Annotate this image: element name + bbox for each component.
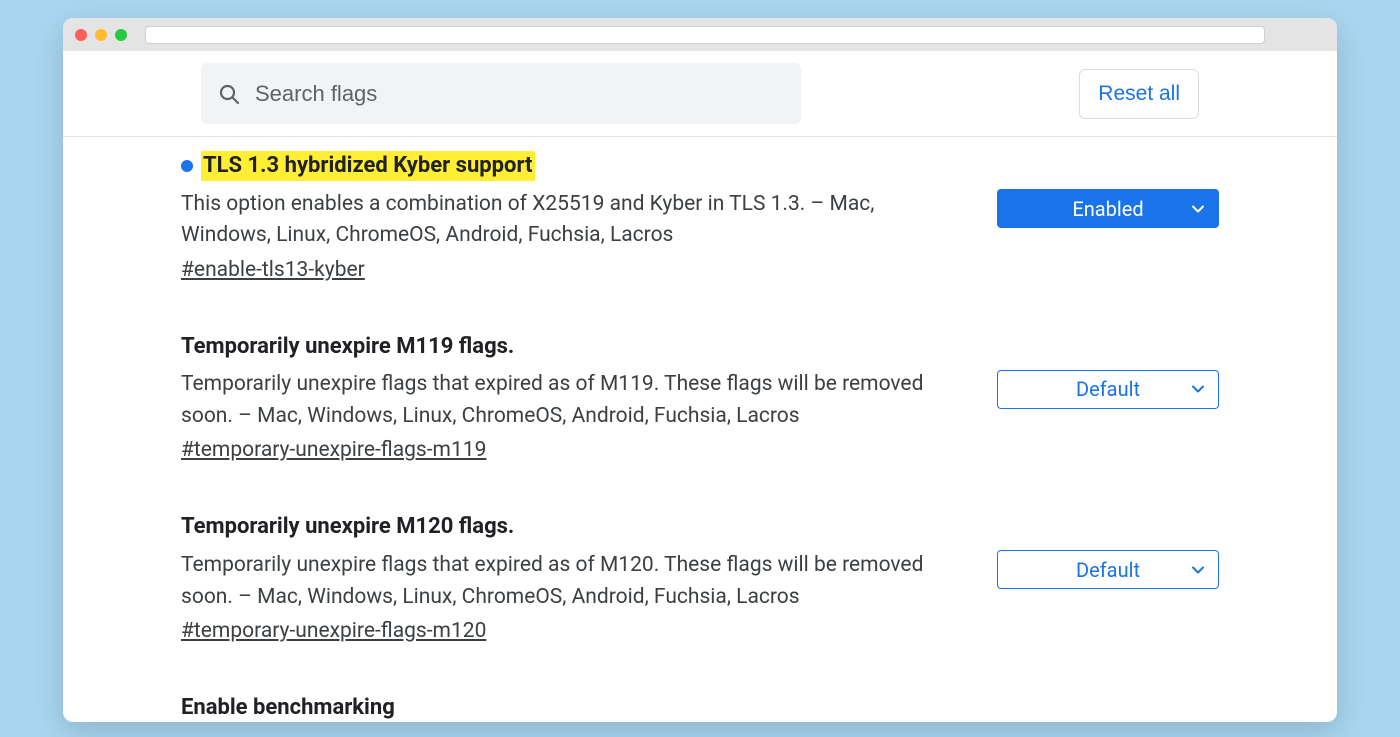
flag-description: Temporarily unexpire flags that expired … xyxy=(181,550,969,613)
flag-state-value: Default xyxy=(1076,558,1140,582)
titlebar xyxy=(63,18,1337,51)
flag-title: Enable benchmarking xyxy=(181,693,395,722)
address-bar[interactable] xyxy=(145,26,1265,44)
flag-state-select[interactable]: Default xyxy=(997,370,1219,409)
flag-anchor-link[interactable]: #temporary-unexpire-flags-m119 xyxy=(181,438,486,462)
flags-list[interactable]: TLS 1.3 hybridized Kyber support This opt… xyxy=(63,137,1337,722)
flag-entry: TLS 1.3 hybridized Kyber support This opt… xyxy=(63,151,1337,332)
flags-toolbar: Reset all xyxy=(63,51,1337,137)
flag-state-select[interactable]: Default xyxy=(997,550,1219,589)
flag-entry: Enable benchmarkingSets all features to … xyxy=(63,693,1337,722)
chevron-down-icon xyxy=(1190,201,1206,217)
flag-description: Temporarily unexpire flags that expired … xyxy=(181,369,969,432)
reset-all-button[interactable]: Reset all xyxy=(1079,69,1199,119)
flag-state-value: Default xyxy=(1076,377,1140,401)
traffic-lights xyxy=(75,29,127,41)
flag-title: Temporarily unexpire M119 flags. xyxy=(181,332,514,362)
flag-description: This option enables a combination of X25… xyxy=(181,189,969,252)
flag-anchor-link[interactable]: #enable-tls13-kyber xyxy=(181,258,365,282)
flag-entry: Temporarily unexpire M119 flags. Temporar… xyxy=(63,332,1337,513)
search-input[interactable] xyxy=(255,81,785,107)
flag-title: TLS 1.3 hybridized Kyber support xyxy=(201,151,535,181)
modified-indicator-icon xyxy=(181,160,193,172)
search-icon xyxy=(217,82,241,106)
flag-anchor-link[interactable]: #temporary-unexpire-flags-m120 xyxy=(181,619,486,643)
browser-window: Reset all TLS 1.3 hybridized Kyber suppo… xyxy=(63,18,1337,722)
flag-entry: Temporarily unexpire M120 flags. Temporar… xyxy=(63,512,1337,693)
flag-title: Temporarily unexpire M120 flags. xyxy=(181,512,514,542)
window-minimize-button[interactable] xyxy=(95,29,107,41)
window-maximize-button[interactable] xyxy=(115,29,127,41)
chevron-down-icon xyxy=(1190,381,1206,397)
chevron-down-icon xyxy=(1190,562,1206,578)
flag-state-value: Enabled xyxy=(1072,197,1143,221)
search-box[interactable] xyxy=(201,63,801,124)
window-close-button[interactable] xyxy=(75,29,87,41)
flag-state-select[interactable]: Enabled xyxy=(997,189,1219,228)
